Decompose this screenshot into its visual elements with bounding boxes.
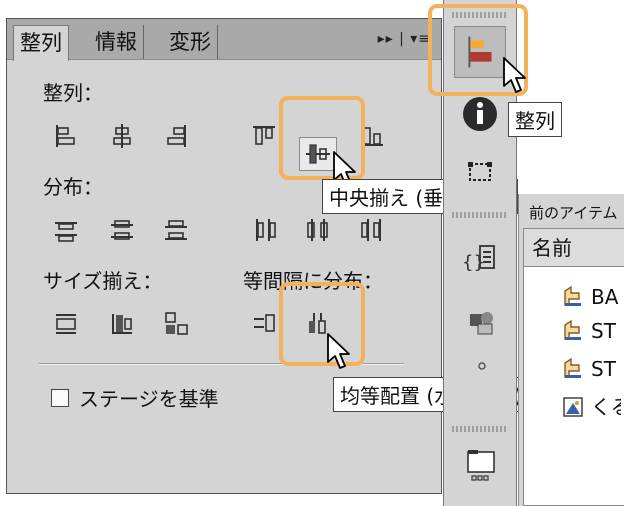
tab-align[interactable]: 整列 (13, 25, 69, 61)
list-item[interactable]: ST (561, 354, 621, 384)
movieclip-icon (564, 357, 581, 378)
to-stage-label: ステージを基準 (79, 387, 219, 411)
distribute-left-icon[interactable] (251, 217, 277, 243)
actions-panel-button[interactable]: {} (454, 234, 506, 286)
list-item-label: BA (591, 285, 619, 309)
rail-grip[interactable] (452, 212, 508, 218)
align-top-edge-icon[interactable] (251, 123, 277, 149)
library-panel: 前のアイテム 名前 BA ST ST くる (518, 194, 624, 506)
svg-text:{}: {} (462, 252, 485, 273)
actions-script-icon: {} (462, 245, 495, 273)
panel-tab-bar: 整列 情報 変形 ▸▸ | ▾≡ (7, 19, 441, 61)
distribute-horizontal-center-icon[interactable] (305, 217, 331, 243)
highlight-space-horizontal (279, 282, 365, 366)
swatches-panel-button[interactable] (454, 352, 506, 404)
components-panel-button[interactable] (454, 296, 506, 348)
tooltip-align-button: 整列 (508, 102, 562, 137)
distribute-section-label: 分布： (43, 175, 103, 199)
cursor-arrow-icon (326, 332, 352, 372)
movieclip-icon (564, 285, 581, 306)
distribute-top-icon[interactable] (53, 217, 79, 243)
tab-info[interactable]: 情報 (89, 25, 144, 59)
list-item[interactable]: ST (561, 316, 621, 346)
list-item-label: ST (591, 357, 616, 381)
to-stage-checkbox[interactable] (51, 389, 69, 407)
library-panel-title: 前のアイテム (529, 204, 618, 222)
space-evenly-vertical-icon[interactable] (251, 311, 277, 337)
distribute-vertical-center-icon[interactable] (109, 217, 135, 243)
tab-transform[interactable]: 変形 (163, 25, 218, 59)
list-item-label: くる (591, 395, 621, 419)
rail-grip[interactable] (452, 426, 508, 432)
movieclip-icon (564, 319, 581, 340)
transform-panel-button[interactable] (454, 150, 506, 202)
align-right-edge-icon[interactable] (163, 123, 189, 149)
library-folder-icon (467, 450, 495, 481)
align-left-edge-icon[interactable] (53, 123, 79, 149)
list-item[interactable]: くる (561, 392, 621, 422)
swatch-dot-icon (478, 362, 486, 370)
align-horizontal-center-icon[interactable] (109, 123, 135, 149)
distribute-bottom-icon[interactable] (163, 217, 189, 243)
cursor-arrow-icon (502, 56, 528, 96)
components-icon (470, 312, 493, 335)
match-width-height-icon[interactable] (163, 311, 189, 337)
list-item[interactable]: BA (561, 282, 621, 312)
transform-icon (468, 162, 492, 181)
graphic-icon (563, 397, 583, 417)
align-panel: 整列 情報 変形 ▸▸ | ▾≡ 整列： 分布： サイズ揃え： 等間隔に分布： … (6, 18, 442, 494)
column-header-name[interactable]: 名前 (524, 229, 624, 267)
distribute-right-icon[interactable] (359, 217, 385, 243)
panel-menu-button[interactable]: ▸▸ | ▾≡ (378, 31, 431, 47)
library-panel-button[interactable] (454, 440, 506, 492)
match-width-icon[interactable] (53, 311, 79, 337)
list-item-label: ST (591, 319, 616, 343)
match-height-icon[interactable] (109, 311, 135, 337)
match-size-section-label: サイズ揃え： (43, 269, 163, 293)
align-section-label: 整列： (43, 81, 103, 105)
